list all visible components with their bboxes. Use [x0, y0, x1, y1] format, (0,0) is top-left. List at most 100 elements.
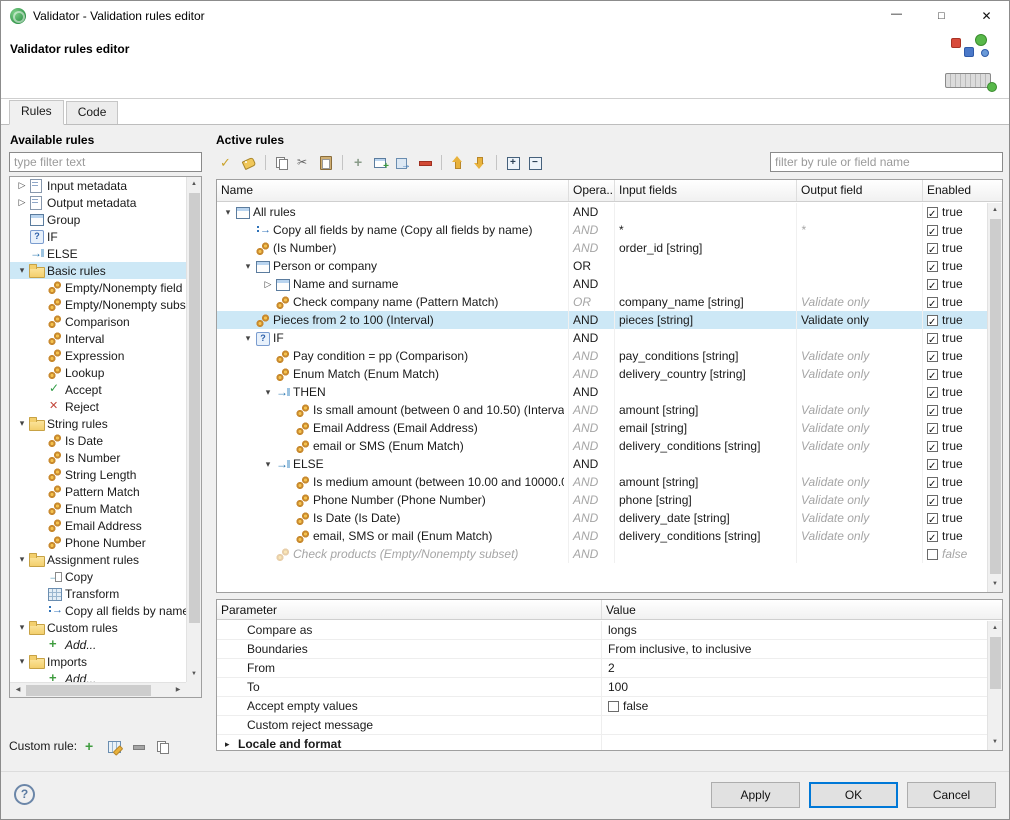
edit-custom-rule-button[interactable]	[104, 736, 125, 757]
param-value-cell[interactable]	[602, 735, 987, 750]
tree-item-phone-number[interactable]: Phone Number	[10, 534, 186, 551]
enabled-checkbox-checked[interactable]	[927, 297, 938, 308]
rule-row-person-or-company[interactable]: ▾Person or companyORtrue	[217, 257, 987, 275]
enabled-checkbox-unchecked[interactable]	[927, 549, 938, 560]
tree-expander-icon[interactable]: ▷	[15, 197, 29, 208]
scroll-thumb[interactable]	[990, 219, 1001, 574]
paste-button[interactable]	[315, 152, 336, 173]
tree-item-add[interactable]: Add...	[10, 670, 186, 682]
apply-button[interactable]: Apply	[711, 782, 800, 808]
param-column-header-parameter[interactable]: Parameter	[217, 600, 602, 619]
param-row-locale-and-format[interactable]: ▸Locale and format	[217, 735, 987, 750]
tree-item-accept[interactable]: Accept	[10, 381, 186, 398]
rule-row-is-number[interactable]: (Is Number)ANDorder_id [string]true	[217, 239, 987, 257]
tree-item-input-metadata[interactable]: ▷Input metadata	[10, 177, 186, 194]
row-expander-icon[interactable]: ▾	[261, 455, 275, 473]
enabled-checkbox-checked[interactable]	[927, 495, 938, 506]
move-down-button[interactable]	[469, 152, 490, 173]
param-value-cell[interactable]: From inclusive, to inclusive	[602, 640, 987, 658]
enabled-checkbox-checked[interactable]	[927, 405, 938, 416]
column-header-opera[interactable]: Opera...	[569, 180, 615, 201]
param-value-cell[interactable]: 2	[602, 659, 987, 677]
tree-item-is-date[interactable]: Is Date	[10, 432, 186, 449]
param-row-boundaries[interactable]: BoundariesFrom inclusive, to inclusive	[217, 640, 987, 659]
tree-expander-icon[interactable]: ▾	[15, 656, 29, 667]
scroll-down-icon[interactable]: ▼	[988, 577, 1002, 592]
tree-expander-icon[interactable]: ▾	[15, 418, 29, 429]
move-up-button[interactable]	[447, 152, 468, 173]
scroll-down-icon[interactable]: ▼	[187, 667, 201, 682]
tree-item-interval[interactable]: Interval	[10, 330, 186, 347]
column-header-enabled[interactable]: Enabled	[923, 180, 989, 201]
tree-item-empty-nonempty-field[interactable]: Empty/Nonempty field	[10, 279, 186, 296]
tree-expander-icon[interactable]: ▾	[15, 554, 29, 565]
enabled-checkbox-checked[interactable]	[927, 423, 938, 434]
section-expander-icon[interactable]: ▸	[225, 736, 238, 751]
rule-row-enum-match-enum-match[interactable]: Enum Match (Enum Match)ANDdelivery_count…	[217, 365, 987, 383]
scroll-up-icon[interactable]: ▲	[988, 621, 1002, 636]
tree-item-string-length[interactable]: String Length	[10, 466, 186, 483]
rule-row-email-or-sms-enum-match[interactable]: email or SMS (Enum Match)ANDdelivery_con…	[217, 437, 987, 455]
param-value-cell[interactable]: longs	[602, 621, 987, 639]
remove-rule-button[interactable]	[414, 152, 435, 173]
enabled-checkbox-checked[interactable]	[927, 207, 938, 218]
parameters-vertical-scrollbar[interactable]: ▲ ▼	[987, 621, 1002, 750]
rule-row-if[interactable]: ▾IFANDtrue	[217, 329, 987, 347]
tab-rules[interactable]: Rules	[9, 100, 64, 125]
tree-item-copy[interactable]: Copy	[10, 568, 186, 585]
rule-row-all-rules[interactable]: ▾All rulesANDtrue	[217, 203, 987, 221]
rule-row-pay-condition-pp-comparison[interactable]: Pay condition = pp (Comparison)ANDpay_co…	[217, 347, 987, 365]
tree-item-transform[interactable]: Transform	[10, 585, 186, 602]
scroll-left-icon[interactable]: ◀	[11, 683, 25, 698]
rule-row-name-and-surname[interactable]: ▷Name and surnameANDtrue	[217, 275, 987, 293]
help-button[interactable]: ?	[14, 784, 35, 805]
column-header-name[interactable]: Name	[217, 180, 569, 201]
enabled-checkbox-checked[interactable]	[927, 225, 938, 236]
rule-row-email-sms-or-mail-enum-match[interactable]: email, SMS or mail (Enum Match)ANDdelive…	[217, 527, 987, 545]
row-expander-icon[interactable]: ▾	[221, 203, 235, 221]
tree-item-empty-nonempty-subset[interactable]: Empty/Nonempty subset	[10, 296, 186, 313]
param-column-header-value[interactable]: Value	[602, 600, 1002, 619]
add-assignment-button[interactable]	[392, 152, 413, 173]
tree-item-string-rules[interactable]: ▾String rules	[10, 415, 186, 432]
available-rules-filter-input[interactable]	[9, 152, 202, 172]
param-row-custom-reject-message[interactable]: Custom reject message	[217, 716, 987, 735]
maximize-button[interactable]: □	[919, 1, 964, 31]
rule-row-is-small-amount-between-0-and-10-50-interval[interactable]: Is small amount (between 0 and 10.50) (I…	[217, 401, 987, 419]
cut-button[interactable]	[293, 152, 314, 173]
rule-row-check-company-name-pattern-match[interactable]: Check company name (Pattern Match)ORcomp…	[217, 293, 987, 311]
tree-item-add[interactable]: Add...	[10, 636, 186, 653]
tree-item-imports[interactable]: ▾Imports	[10, 653, 186, 670]
rules-vertical-scrollbar[interactable]: ▲ ▼	[987, 203, 1002, 592]
tag-button[interactable]	[238, 152, 259, 173]
param-row-compare-as[interactable]: Compare aslongs	[217, 621, 987, 640]
check-mark-button[interactable]	[216, 152, 237, 173]
minimize-button[interactable]: —	[874, 1, 919, 31]
column-header-output-field[interactable]: Output field	[797, 180, 923, 201]
tree-item-output-metadata[interactable]: ▷Output metadata	[10, 194, 186, 211]
tree-expander-icon[interactable]: ▷	[15, 180, 29, 191]
collapse-all-button[interactable]	[524, 152, 545, 173]
enabled-checkbox-checked[interactable]	[927, 369, 938, 380]
enabled-checkbox-checked[interactable]	[927, 351, 938, 362]
row-expander-icon[interactable]: ▷	[261, 275, 275, 293]
enabled-checkbox-checked[interactable]	[927, 531, 938, 542]
enabled-checkbox-checked[interactable]	[927, 315, 938, 326]
rule-row-is-medium-amount-between-10-00-and-10000-00-interval[interactable]: Is medium amount (between 10.00 and 1000…	[217, 473, 987, 491]
enabled-checkbox-checked[interactable]	[927, 513, 938, 524]
tree-item-expression[interactable]: Expression	[10, 347, 186, 364]
tree-item-basic-rules[interactable]: ▾Basic rules	[10, 262, 186, 279]
expand-all-button[interactable]	[502, 152, 523, 173]
tree-item-is-number[interactable]: Is Number	[10, 449, 186, 466]
tree-vertical-scrollbar[interactable]: ▲ ▼	[186, 177, 201, 682]
tree-item-else[interactable]: ELSE	[10, 245, 186, 262]
enabled-checkbox-checked[interactable]	[927, 459, 938, 470]
close-button[interactable]: ✕	[964, 1, 1009, 31]
value-checkbox-unchecked[interactable]	[608, 701, 619, 712]
enabled-checkbox-checked[interactable]	[927, 279, 938, 290]
row-expander-icon[interactable]: ▾	[241, 329, 255, 347]
tree-item-lookup[interactable]: Lookup	[10, 364, 186, 381]
tree-item-assignment-rules[interactable]: ▾Assignment rules	[10, 551, 186, 568]
param-row-to[interactable]: To100	[217, 678, 987, 697]
copy-button[interactable]	[271, 152, 292, 173]
